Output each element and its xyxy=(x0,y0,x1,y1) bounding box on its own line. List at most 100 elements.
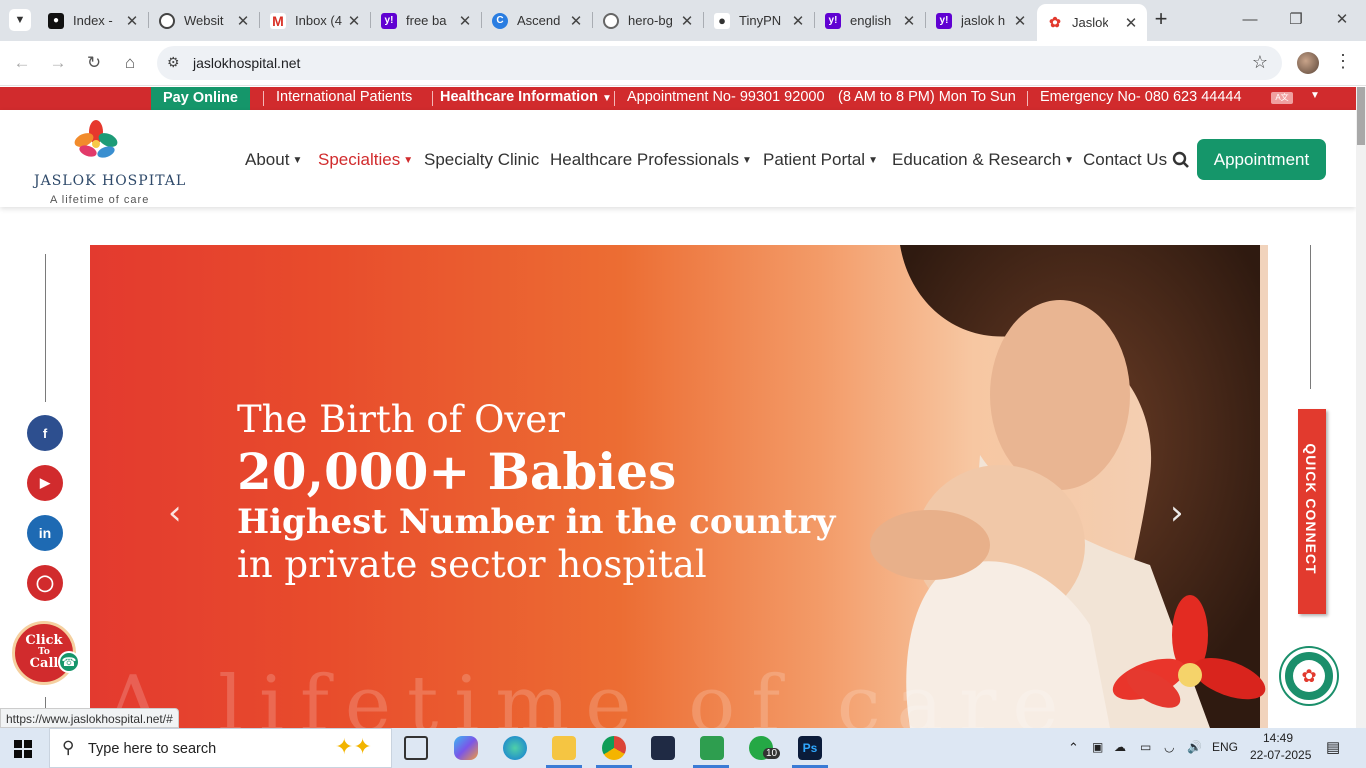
pay-online-button[interactable]: Pay Online xyxy=(151,87,250,110)
close-tab-icon[interactable]: ✕ xyxy=(790,12,806,30)
clock-date[interactable]: 22-07-2025 xyxy=(1250,748,1311,762)
app-icon[interactable] xyxy=(651,736,675,760)
divider xyxy=(614,91,615,106)
battery-icon[interactable]: ▭ xyxy=(1140,740,1151,754)
copilot-icon[interactable] xyxy=(454,736,478,760)
spreadsheet-icon[interactable] xyxy=(700,736,724,760)
browser-toolbar: ← → ↻ ⌂ ⚙ jaslokhospital.net ☆ ⋮ xyxy=(0,41,1366,86)
hero-banner: The Birth of Over 20,000+ Babies Highest… xyxy=(90,245,1268,728)
browser-tab-active[interactable]: ✿ Jaslok H ✕ xyxy=(1037,4,1147,41)
browser-tab[interactable]: y! english ✕ xyxy=(815,6,926,35)
nav-patient-portal[interactable]: Patient Portal ▼ xyxy=(763,150,878,170)
close-window-button[interactable]: ✕ xyxy=(1320,6,1364,34)
search-icon[interactable] xyxy=(1172,151,1190,169)
chatbot-button[interactable]: ✿ xyxy=(1281,648,1337,704)
close-tab-icon[interactable]: ✕ xyxy=(124,12,140,30)
home-button[interactable]: ⌂ xyxy=(116,49,144,77)
minimize-button[interactable]: — xyxy=(1228,6,1272,34)
close-tab-icon[interactable]: ✕ xyxy=(457,12,473,30)
nav-healthcare-professionals[interactable]: Healthcare Professionals ▼ xyxy=(550,150,752,170)
language-dropdown-icon[interactable]: ▼ xyxy=(1310,90,1320,101)
chrome-icon[interactable] xyxy=(602,736,626,760)
carousel-prev-button[interactable]: ‹ xyxy=(168,493,182,533)
browser-tab[interactable]: ● Index - ✕ xyxy=(38,6,149,35)
quick-connect-tab[interactable]: QUICK CONNECT xyxy=(1298,409,1326,614)
hero-line-3: Highest Number in the country xyxy=(237,502,836,542)
profile-avatar[interactable] xyxy=(1297,52,1319,74)
browser-tab[interactable]: ● TinyPN ✕ xyxy=(704,6,815,35)
site-logo[interactable]: JASLOK HOSPITAL A lifetime of care xyxy=(32,118,185,206)
url-text[interactable]: jaslokhospital.net xyxy=(193,55,300,71)
browser-tab[interactable]: hero-bg ✕ xyxy=(593,6,704,35)
meet-icon[interactable]: ▣ xyxy=(1092,740,1103,754)
close-tab-icon[interactable]: ✕ xyxy=(568,12,584,30)
tab-search-button[interactable]: ▼ xyxy=(9,9,31,31)
browser-tab-strip: ▼ ● Index - ✕ Websit ✕ M Inbox (4 ✕ y! f… xyxy=(0,0,1366,41)
address-bar[interactable]: ⚙ jaslokhospital.net ☆ xyxy=(157,46,1282,80)
international-patients-link[interactable]: International Patients xyxy=(276,89,412,105)
taskbar-search-box[interactable]: ⚲ Type here to search ✦✦ xyxy=(49,728,392,768)
photoshop-icon[interactable]: Ps xyxy=(798,736,822,760)
panda-icon: ● xyxy=(714,12,730,29)
close-tab-icon[interactable]: ✕ xyxy=(679,12,695,30)
youtube-icon[interactable]: ▶ xyxy=(27,465,63,501)
nav-specialty-clinic[interactable]: Specialty Clinic xyxy=(424,150,539,170)
facebook-icon[interactable]: f xyxy=(27,415,63,451)
wifi-icon[interactable]: ◡ xyxy=(1164,740,1174,754)
windows-start-icon[interactable] xyxy=(14,740,32,758)
divider xyxy=(1027,91,1028,106)
browser-tab[interactable]: C Ascend ✕ xyxy=(482,6,593,35)
whatsapp-icon[interactable]: 10 xyxy=(749,736,781,760)
nav-about[interactable]: About ▼ xyxy=(245,150,302,170)
appointment-number: Appointment No- 99301 92000 xyxy=(627,89,825,105)
bookmark-star-icon[interactable]: ☆ xyxy=(1252,52,1268,73)
browser-tab[interactable]: Websit ✕ xyxy=(149,6,260,35)
close-tab-icon[interactable]: ✕ xyxy=(346,12,362,30)
reload-button[interactable]: ↻ xyxy=(80,49,108,77)
browser-tab[interactable]: y! jaslok h ✕ xyxy=(926,6,1036,35)
chevron-down-icon: ▼ xyxy=(292,155,303,166)
whatsapp-badge: 10 xyxy=(763,748,781,759)
hero-line-1: The Birth of Over xyxy=(237,398,565,441)
close-tab-icon[interactable]: ✕ xyxy=(1012,12,1028,30)
nav-contact-us[interactable]: Contact Us xyxy=(1083,150,1167,170)
page-scrollbar[interactable] xyxy=(1356,87,1366,728)
task-view-icon[interactable] xyxy=(404,736,428,760)
language-indicator[interactable]: ENG xyxy=(1212,740,1238,754)
edge-icon[interactable] xyxy=(503,736,527,760)
new-tab-button[interactable]: + xyxy=(1149,6,1173,34)
side-line xyxy=(1310,245,1311,389)
nav-specialties[interactable]: Specialties ▼ xyxy=(318,150,413,170)
close-tab-icon[interactable]: ✕ xyxy=(1123,14,1139,32)
close-tab-icon[interactable]: ✕ xyxy=(235,12,251,30)
instagram-icon[interactable]: ◯ xyxy=(27,565,63,601)
close-tab-icon[interactable]: ✕ xyxy=(901,12,917,30)
divider xyxy=(432,91,433,106)
tray-overflow-icon[interactable]: ⌃ xyxy=(1068,740,1079,756)
back-button[interactable]: ← xyxy=(8,49,36,77)
healthcare-information-menu[interactable]: Healthcare Information ▼ xyxy=(440,89,612,105)
file-explorer-icon[interactable] xyxy=(552,736,576,760)
browser-menu-icon[interactable]: ⋮ xyxy=(1334,51,1352,72)
notification-icon[interactable]: ▤ xyxy=(1326,738,1340,756)
onedrive-icon[interactable]: ☁ xyxy=(1114,740,1126,754)
appointment-button[interactable]: Appointment xyxy=(1197,139,1326,180)
scrollbar-thumb[interactable] xyxy=(1357,87,1365,145)
browser-tab[interactable]: y! free ba ✕ xyxy=(371,6,482,35)
click-to-call-button[interactable]: Click To Call ☎ xyxy=(0,605,90,697)
carousel-next-button[interactable]: › xyxy=(1170,493,1184,533)
forward-button[interactable]: → xyxy=(44,49,72,77)
appointment-hours: (8 AM to 8 PM) Mon To Sun xyxy=(838,89,1016,105)
linkedin-icon[interactable]: in xyxy=(27,515,63,551)
browser-tab[interactable]: M Inbox (4 ✕ xyxy=(260,6,371,35)
phone-icon: ☎ xyxy=(58,651,80,673)
translate-icon[interactable]: A文 xyxy=(1271,92,1293,104)
clock-time[interactable]: 14:49 xyxy=(1263,731,1293,745)
site-info-icon[interactable]: ⚙ xyxy=(167,54,180,71)
volume-icon[interactable]: 🔊 xyxy=(1187,740,1202,754)
restore-button[interactable]: ❐ xyxy=(1274,6,1318,34)
taskbar-search-placeholder: Type here to search xyxy=(88,741,217,757)
hero-watermark: A lifetime of care xyxy=(105,660,1075,728)
nav-education-research[interactable]: Education & Research ▼ xyxy=(892,150,1074,170)
chevron-down-icon: ▼ xyxy=(601,93,612,104)
